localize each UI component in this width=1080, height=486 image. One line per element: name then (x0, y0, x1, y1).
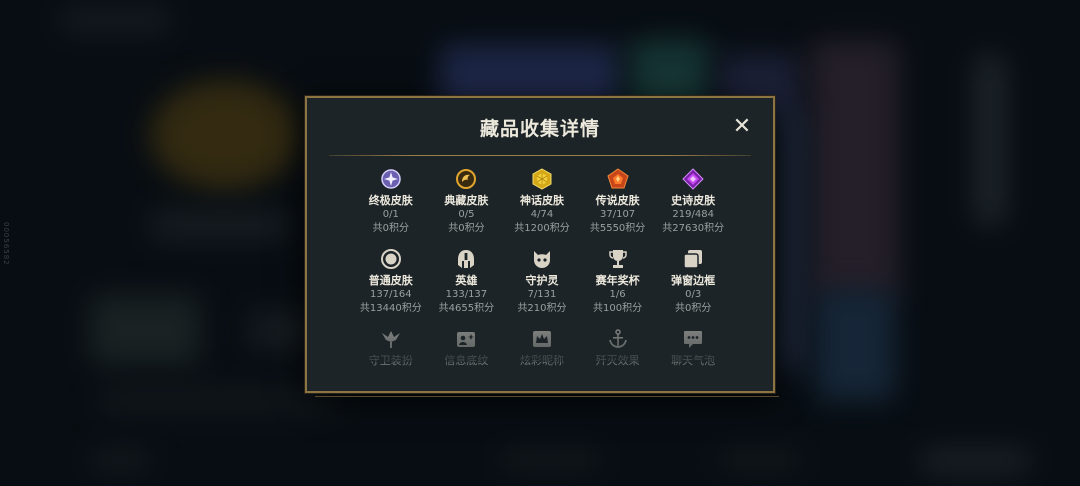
collection-item-guardian[interactable]: 守护灵 7/131 共210积分 (504, 248, 580, 316)
collection-item-epic-skin[interactable]: 史诗皮肤 219/484 共27630积分 (655, 168, 731, 236)
collection-item-colorful-nickname[interactable]: 炫彩昵称 (504, 328, 580, 368)
item-name: 赛年奖杯 (595, 274, 640, 287)
collection-item-ward-skin[interactable]: 守卫装扮 (353, 328, 429, 368)
item-points: 共27630积分 (662, 223, 725, 234)
item-count: 0/5 (458, 209, 475, 220)
item-name: 炫彩昵称 (519, 354, 564, 367)
anchor-icon (607, 328, 629, 350)
collection-item-legendary-skin[interactable]: 传说皮肤 37/107 共5550积分 (580, 168, 656, 236)
item-points: 共210积分 (517, 303, 567, 314)
item-count: 137/164 (370, 289, 412, 300)
item-points: 共0积分 (674, 303, 712, 314)
item-name: 传说皮肤 (595, 194, 640, 207)
item-count: 219/484 (672, 209, 714, 220)
item-name: 普通皮肤 (368, 274, 413, 287)
collection-item-mythic-skin[interactable]: 神话皮肤 4/74 共1200积分 (504, 168, 580, 236)
item-points: 共13440积分 (359, 303, 422, 314)
ward-skin-icon (380, 328, 402, 350)
mythic-skin-icon (531, 168, 553, 190)
close-button[interactable]: ✕ (731, 116, 753, 138)
item-name: 聊天气泡 (671, 354, 716, 367)
ultimate-skin-icon (380, 168, 402, 190)
item-count: 37/107 (599, 209, 636, 220)
item-name: 英雄 (455, 274, 478, 287)
item-points: 共5550积分 (589, 223, 646, 234)
nickname-crown-icon (531, 328, 553, 350)
collection-grid: 终极皮肤 0/1 共0积分 典藏皮肤 0/5 共0积分 神话皮肤 4/74 共1… (353, 168, 731, 368)
common-skin-icon (380, 248, 402, 270)
item-count: 133/137 (445, 289, 488, 300)
trophy-icon (607, 248, 629, 270)
item-name: 弹窗边框 (671, 274, 716, 287)
popup-frame-icon (682, 248, 704, 270)
epic-skin-icon (682, 168, 704, 190)
collection-item-hero[interactable]: 英雄 133/137 共4655积分 (429, 248, 505, 316)
item-name: 终极皮肤 (368, 194, 413, 207)
item-name: 典藏皮肤 (444, 194, 489, 207)
chat-bubble-icon (682, 328, 704, 350)
collection-item-ultimate-skin[interactable]: 终极皮肤 0/1 共0积分 (353, 168, 429, 236)
item-name: 守护灵 (525, 274, 559, 287)
item-count: 7/131 (527, 289, 557, 300)
collection-item-common-skin[interactable]: 普通皮肤 137/164 共13440积分 (353, 248, 429, 316)
prestige-skin-icon (455, 168, 477, 190)
collection-item-prestige-skin[interactable]: 典藏皮肤 0/5 共0积分 (429, 168, 505, 236)
item-name: 史诗皮肤 (671, 194, 716, 207)
title-divider (329, 155, 751, 156)
item-points: 共0积分 (448, 223, 485, 234)
item-name: 神话皮肤 (519, 194, 564, 207)
item-points: 共0积分 (372, 223, 409, 234)
collection-details-modal: 藏品收集详情 ✕ 终极皮肤 0/1 共0积分 典藏皮肤 0/5 共0积分 神话皮… (305, 96, 779, 397)
collection-item-chat-bubble[interactable]: 聊天气泡 (655, 328, 731, 368)
item-points: 共4655积分 (438, 303, 495, 314)
collection-item-info-card[interactable]: 信息底纹 (429, 328, 505, 368)
info-card-icon (455, 328, 477, 350)
item-points: 共1200积分 (514, 223, 570, 234)
guardian-spirit-icon (531, 248, 553, 270)
item-count: 0/3 (685, 289, 702, 300)
item-count: 1/6 (609, 289, 626, 300)
item-points: 共100积分 (593, 303, 643, 314)
item-count: 0/1 (382, 209, 399, 220)
collection-item-popup-frame[interactable]: 弹窗边框 0/3 共0积分 (655, 248, 731, 316)
item-name: 守卫装扮 (368, 354, 413, 367)
hero-helmet-icon (455, 248, 477, 270)
item-name: 信息底纹 (444, 354, 489, 367)
collection-item-annihilation-effect[interactable]: 歼灭效果 (580, 328, 656, 368)
collection-item-season-trophy[interactable]: 赛年奖杯 1/6 共100积分 (580, 248, 656, 316)
item-count: 4/74 (530, 209, 554, 220)
modal-title: 藏品收集详情 (479, 118, 600, 140)
item-name: 歼灭效果 (595, 354, 640, 367)
side-code-text: 00056582 (2, 222, 10, 266)
legendary-skin-icon (606, 168, 629, 190)
